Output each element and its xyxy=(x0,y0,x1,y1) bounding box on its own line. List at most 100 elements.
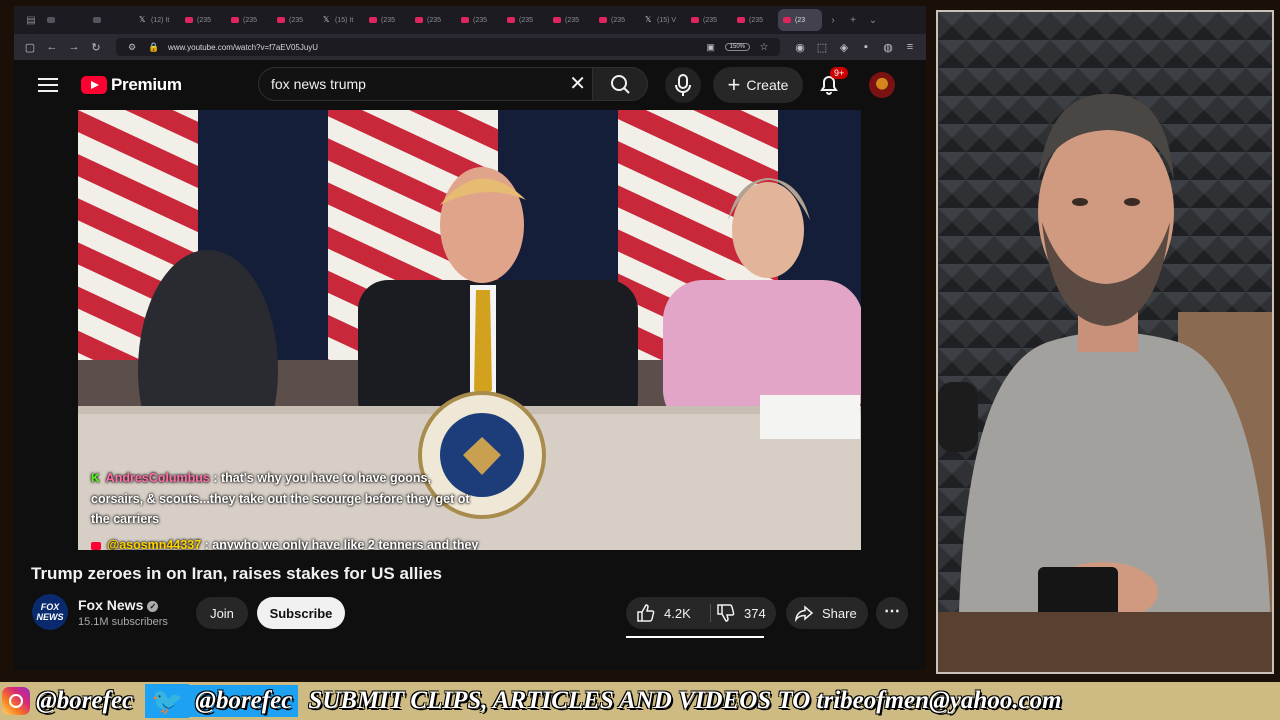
join-button[interactable]: Join xyxy=(196,597,248,629)
tab-label: (235 xyxy=(749,16,764,24)
back-icon[interactable]: ← xyxy=(44,41,60,53)
browser-tab[interactable]: (235 xyxy=(548,9,592,31)
dislike-count: 374 xyxy=(744,605,766,621)
tab-list-icon[interactable]: ▤ xyxy=(22,15,40,26)
x-icon: 𝕏 xyxy=(139,15,146,24)
microphone-icon xyxy=(675,74,691,96)
premium-label: Premium xyxy=(111,75,182,94)
account-avatar[interactable] xyxy=(869,72,895,98)
dislike-button[interactable]: 374 xyxy=(712,597,774,629)
sidebar-toggle-icon[interactable]: ▢ xyxy=(22,41,38,54)
x-icon: 𝕏 xyxy=(323,15,330,24)
video-player[interactable]: K AndresColumbus : that's why you have to… xyxy=(78,110,861,550)
browser-tab[interactable]: 𝕏 (12) It xyxy=(134,9,178,31)
tab-label: (235 xyxy=(381,16,396,24)
channel-avatar[interactable]: FOX NEWS xyxy=(32,594,68,630)
live-chat-overlay: K AndresColumbus : that's why you have to… xyxy=(91,468,486,550)
new-tab-icon[interactable]: + xyxy=(844,15,862,26)
search-button[interactable] xyxy=(592,67,648,101)
channel-name[interactable]: Fox News ✓ xyxy=(78,597,159,613)
tab-label: (235 xyxy=(565,16,580,24)
site-info-icon[interactable]: ⚙ xyxy=(124,42,140,53)
guide-menu-icon[interactable] xyxy=(38,74,58,94)
youtube-icon xyxy=(507,17,515,23)
tabs: 𝕏 (12) It (235 (235 (235 𝕏 (15) It (235 (235 (235… xyxy=(42,9,822,31)
browser-tab[interactable]: (235 xyxy=(686,9,730,31)
tab-label: (235 xyxy=(703,16,718,24)
menu-icon[interactable]: ≡ xyxy=(902,41,918,53)
x-icon: 𝕏 xyxy=(645,15,652,24)
tab-label: (15) It xyxy=(335,16,354,24)
create-button[interactable]: + Create xyxy=(713,67,803,103)
browser-tab[interactable] xyxy=(42,9,86,31)
reload-icon[interactable]: ↻ xyxy=(88,41,104,54)
extension-icon[interactable]: ◍ xyxy=(880,41,896,54)
verified-icon: ✓ xyxy=(147,600,159,612)
youtube-icon xyxy=(231,17,239,23)
browser-tab[interactable]: (23 xyxy=(778,9,822,31)
browser-tab[interactable]: (235 xyxy=(364,9,408,31)
channel-name-text[interactable]: Fox News xyxy=(78,597,143,613)
youtube-icon xyxy=(553,17,561,23)
more-actions-icon[interactable]: ⋯ xyxy=(876,597,908,629)
extension-icon[interactable]: ◉ xyxy=(792,41,808,54)
youtube-icon xyxy=(415,17,423,23)
chat-message: K AndresColumbus : that's why you have to… xyxy=(91,468,486,530)
browser-tab[interactable]: 𝕏 (15) It xyxy=(318,9,362,31)
share-label: Share xyxy=(822,605,857,621)
forward-icon[interactable]: → xyxy=(66,41,82,53)
chevron-down-icon[interactable]: ⌄ xyxy=(864,15,882,26)
browser-tab[interactable]: (235 xyxy=(226,9,270,31)
zoom-level[interactable]: 150% xyxy=(724,43,750,51)
extension-icon[interactable]: ▪ xyxy=(858,41,874,53)
clear-search-icon[interactable]: ✕ xyxy=(569,73,586,95)
chat-message: @asosmn44337 : anywho we only have like … xyxy=(91,535,486,550)
url-text[interactable]: www.youtube.com/watch?v=f7aEV05JuyU xyxy=(168,43,697,52)
tabs-forward-icon[interactable]: › xyxy=(824,15,842,26)
share-button[interactable]: Share xyxy=(786,597,868,629)
browser-tab[interactable]: (235 xyxy=(410,9,454,31)
picture-in-picture-icon[interactable]: ▣ xyxy=(703,42,719,53)
subscribe-button[interactable]: Subscribe xyxy=(257,597,345,629)
extension-icon[interactable]: ◈ xyxy=(836,41,852,54)
youtube-icon xyxy=(599,17,607,23)
browser-tab[interactable]: (235 xyxy=(272,9,316,31)
create-label: Create xyxy=(746,77,789,93)
browser-tab[interactable]: (235 xyxy=(456,9,500,31)
browser-tab[interactable]: (235 xyxy=(594,9,638,31)
video-title: Trump zeroes in on Iran, raises stakes f… xyxy=(31,564,442,583)
thumbs-up-icon xyxy=(637,604,655,622)
address-bar[interactable]: ⚙ 🔒 www.youtube.com/watch?v=f7aEV05JuyU … xyxy=(116,38,780,56)
youtube-icon xyxy=(277,17,285,23)
youtube-icon xyxy=(783,17,791,23)
voice-search-button[interactable] xyxy=(665,67,701,103)
instagram-handle: @borefec xyxy=(36,687,134,714)
plus-icon: + xyxy=(727,72,741,97)
youtube-icon xyxy=(691,17,699,23)
instagram-icon xyxy=(2,687,30,715)
browser-tab[interactable] xyxy=(88,9,132,31)
puzzle-icon[interactable]: ⬚ xyxy=(814,41,830,54)
twitter-handle: @borefec xyxy=(189,685,299,717)
browser-tab[interactable]: 𝕏 (15) V xyxy=(640,9,684,31)
thumbs-down-icon xyxy=(717,604,735,622)
subscriber-count: 15.1M subscribers xyxy=(78,616,168,628)
like-button[interactable]: 4.2K xyxy=(626,597,710,629)
like-dislike-group: 4.2K 374 xyxy=(626,597,776,629)
search-input[interactable] xyxy=(271,76,551,92)
bookmark-star-icon[interactable]: ☆ xyxy=(756,42,772,53)
notifications-button[interactable]: 9+ xyxy=(814,67,849,99)
tab-label: (23 xyxy=(795,16,806,24)
tab-strip: ▤ 𝕏 (12) It (235 (235 (235 𝕏 (15) It (235 (235 (2… xyxy=(14,6,926,34)
submission-message: SUBMIT CLIPS, ARTICLES AND VIDEOS TO tri… xyxy=(308,687,1062,714)
tab-label: (235 xyxy=(519,16,534,24)
generic-icon xyxy=(93,17,101,23)
browser-tab[interactable]: (235 xyxy=(502,9,546,31)
notification-count-badge: 9+ xyxy=(830,67,849,79)
share-icon xyxy=(794,605,814,623)
browser-tab[interactable]: (235 xyxy=(732,9,776,31)
chat-username: AndresColumbus xyxy=(105,471,210,485)
youtube-logo[interactable]: Premium xyxy=(81,75,182,95)
tab-label: (12) It xyxy=(151,16,170,24)
browser-tab[interactable]: (235 xyxy=(180,9,224,31)
